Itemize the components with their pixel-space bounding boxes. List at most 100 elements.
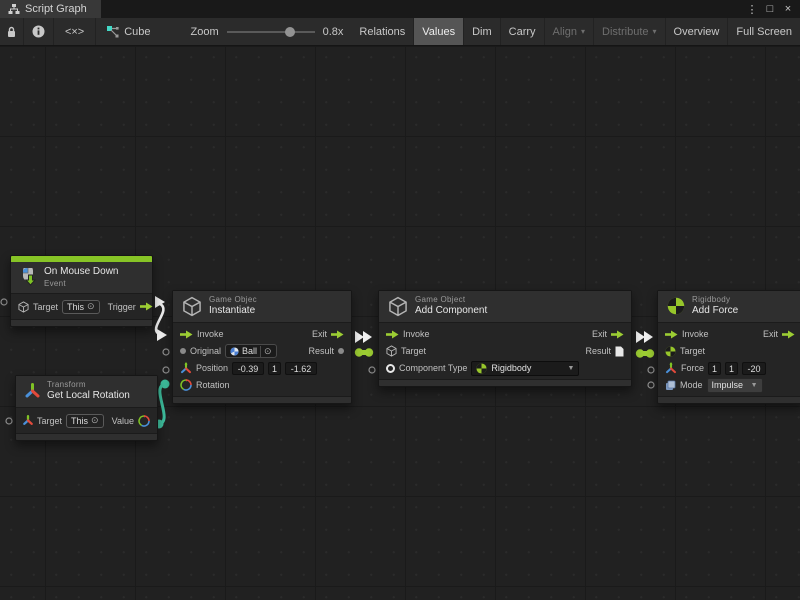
original-row[interactable]: Original Ball ⊙ Result: [173, 343, 351, 360]
zoom-slider[interactable]: [227, 26, 315, 38]
mode-dropdown[interactable]: Impulse ▼: [707, 378, 763, 393]
component-type-dropdown[interactable]: Rigidbody ▼: [471, 361, 579, 376]
force-z-input[interactable]: -20: [742, 362, 766, 375]
object-picker-icon[interactable]: ⊙: [260, 346, 272, 357]
flow-arrow-icon[interactable]: [140, 302, 153, 311]
object-picker-icon[interactable]: ⊙: [87, 301, 95, 312]
node-instantiate[interactable]: Game Objec Instantiate Invoke Exit: [172, 290, 352, 404]
force-label: Force: [681, 363, 704, 373]
node-header[interactable]: Game Objec Instantiate: [173, 291, 351, 323]
node-header[interactable]: On Mouse Down Event: [11, 262, 152, 294]
zoom-slider-track: [227, 31, 315, 33]
node-subtitle: Transform: [47, 380, 130, 390]
relations-button[interactable]: Relations: [351, 18, 414, 45]
value-connector-2: [636, 349, 654, 357]
node-footer: [379, 379, 631, 386]
flow-arrow-icon: [386, 330, 399, 339]
component-type-value: Rigidbody: [491, 363, 531, 373]
zoom-value: 0.8x: [323, 26, 344, 38]
lock-button[interactable]: [0, 18, 24, 45]
exit-label: Exit: [592, 329, 607, 339]
tab-script-graph[interactable]: Script Graph: [0, 0, 101, 18]
mode-row[interactable]: Mode Impulse ▼: [658, 377, 800, 394]
original-object-field[interactable]: Ball ⊙: [225, 344, 277, 358]
target-row[interactable]: Target Result: [379, 343, 631, 360]
node-on-mouse-down[interactable]: On Mouse Down Event Target This ⊙ Trigge…: [10, 255, 153, 327]
flow-wire-trigger-to-invoke: [155, 296, 167, 341]
graph-canvas[interactable]: On Mouse Down Event Target This ⊙ Trigge…: [0, 46, 800, 600]
exit-label: Exit: [763, 329, 778, 339]
node-header[interactable]: Game Object Add Component: [379, 291, 631, 323]
chevron-down-icon: ▾: [653, 27, 657, 36]
carry-button[interactable]: Carry: [501, 18, 545, 45]
flow-arrow-icon: [665, 330, 678, 339]
chevron-down-icon: ▼: [567, 365, 574, 372]
position-row[interactable]: Position -0.39 1 -1.62: [173, 360, 351, 377]
position-axes-icon: [180, 362, 192, 375]
code-view-button[interactable]: <×>: [54, 18, 96, 45]
flow-arrow-icon: [180, 330, 193, 339]
target-label: Target: [680, 346, 705, 356]
window-menu-icon[interactable]: ⋮: [744, 3, 760, 16]
invoke-row[interactable]: Invoke Exit: [658, 326, 800, 343]
value-port-icon[interactable]: [338, 348, 344, 354]
chevron-down-icon: ▼: [751, 382, 758, 389]
flow-arrow-icon[interactable]: [331, 330, 344, 339]
force-y-input[interactable]: 1: [725, 362, 738, 375]
node-add-force[interactable]: Rigidbody Add Force Invoke Exit: [657, 290, 800, 404]
value-port-icon: [180, 348, 186, 354]
node-title: Instantiate: [209, 305, 257, 318]
position-x-input[interactable]: -0.39: [232, 362, 264, 375]
flow-arrow-icon[interactable]: [782, 330, 795, 339]
target-value: This: [71, 416, 88, 426]
node-add-component[interactable]: Game Object Add Component Invoke Exit: [378, 290, 632, 387]
overview-button[interactable]: Overview: [666, 18, 729, 45]
target-row[interactable]: Target: [658, 343, 800, 360]
close-icon[interactable]: ×: [780, 3, 796, 15]
script-graph-window: Script Graph ⋮ □ ×: [0, 0, 800, 600]
align-button[interactable]: Align▾: [545, 18, 594, 45]
graph-pointer-icon: [106, 25, 119, 38]
object-picker-icon[interactable]: ⊙: [91, 415, 99, 426]
position-label: Position: [196, 363, 228, 373]
node-header[interactable]: Transform Get Local Rotation: [16, 376, 157, 408]
rigidbody-icon: [665, 346, 676, 357]
zoom-slider-handle[interactable]: [285, 27, 295, 37]
position-z-input[interactable]: -1.62: [285, 362, 317, 375]
type-port-icon: [386, 364, 395, 373]
rotation-icon[interactable]: [138, 415, 150, 427]
node-get-local-rotation[interactable]: Transform Get Local Rotation Target: [15, 375, 158, 441]
target-value-field[interactable]: This ⊙: [62, 300, 100, 314]
values-label: Values: [422, 26, 455, 38]
invoke-row[interactable]: Invoke Exit: [173, 326, 351, 343]
dim-button[interactable]: Dim: [464, 18, 501, 45]
original-label: Original: [190, 346, 221, 356]
node-title: Add Component: [415, 305, 487, 318]
force-x-input[interactable]: 1: [708, 362, 721, 375]
target-value-field[interactable]: This ⊙: [66, 414, 104, 428]
code-icon: <×>: [65, 26, 84, 38]
target-label: Target: [33, 302, 58, 312]
info-button[interactable]: [24, 18, 54, 45]
force-row[interactable]: Force 1 1 -20: [658, 360, 800, 377]
maximize-icon[interactable]: □: [762, 3, 778, 15]
node-header[interactable]: Rigidbody Add Force: [658, 291, 800, 323]
graph-object-name: Cube: [124, 26, 150, 38]
graph-reference[interactable]: Cube: [96, 18, 160, 45]
result-label: Result: [585, 346, 611, 356]
node-subtitle: Rigidbody: [692, 295, 738, 305]
distribute-button[interactable]: Distribute▾: [594, 18, 665, 45]
document-icon[interactable]: [615, 346, 624, 357]
values-button[interactable]: Values: [414, 18, 464, 45]
fullscreen-button[interactable]: Full Screen: [728, 18, 800, 45]
position-y-input[interactable]: 1: [268, 362, 281, 375]
toolbar: <×> Cube Zoom 0.8x Relations Values: [0, 18, 800, 46]
fullscreen-label: Full Screen: [736, 26, 792, 38]
rotation-row[interactable]: Rotation: [173, 377, 351, 394]
relations-label: Relations: [359, 26, 405, 38]
invoke-row[interactable]: Invoke Exit: [379, 326, 631, 343]
lock-icon: [6, 26, 17, 38]
flow-arrow-icon[interactable]: [611, 330, 624, 339]
component-type-row[interactable]: Component Type Rigidbody ▼: [379, 360, 631, 377]
trigger-label: Trigger: [108, 302, 136, 312]
